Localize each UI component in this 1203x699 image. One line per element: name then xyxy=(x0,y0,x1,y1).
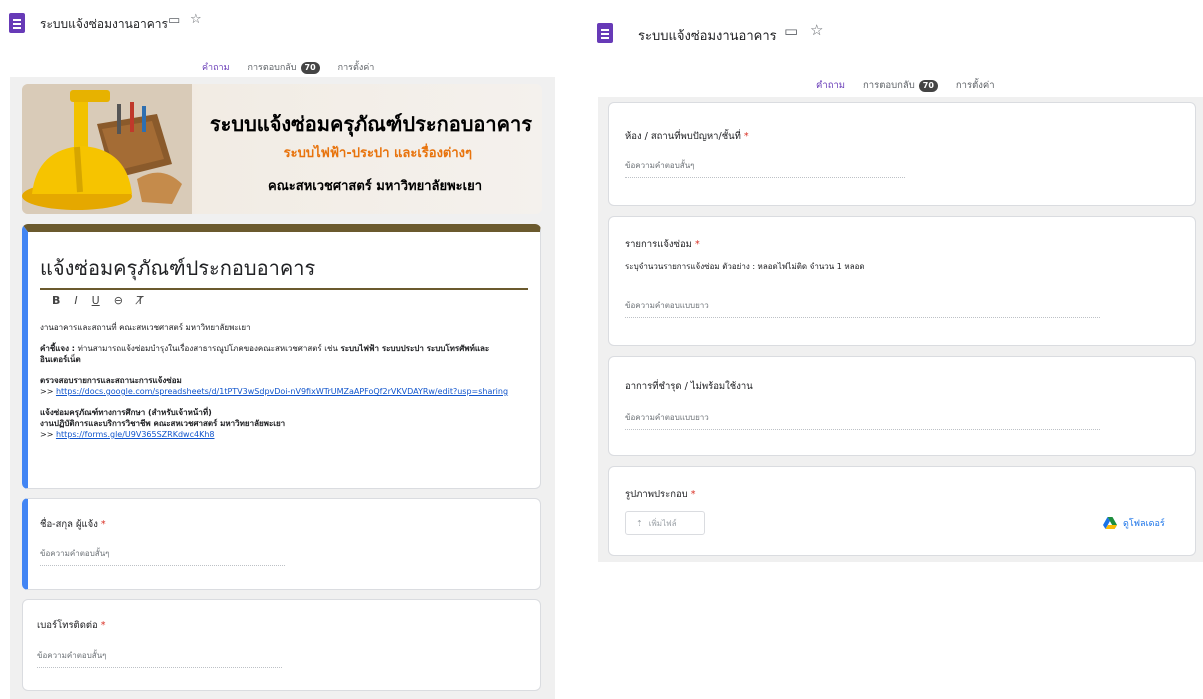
clear-format-icon[interactable]: T̸ xyxy=(137,294,144,307)
question-card-phone[interactable]: เบอร์โทรติดต่อ * ข้อความคำตอบสั้นๆ xyxy=(22,599,541,691)
long-answer-field[interactable]: ข้อความคำตอบแบบยาว xyxy=(625,299,1100,318)
link-icon[interactable]: ⊖ xyxy=(114,294,123,307)
question-help-text: ระบุจำนวนรายการแจ้งซ่อม ตัวอย่าง : หลอดไ… xyxy=(625,262,865,271)
status-sheet-link[interactable]: https://docs.google.com/spreadsheets/d/1… xyxy=(56,387,508,396)
long-answer-field[interactable]: ข้อความคำตอบแบบยาว xyxy=(625,411,1100,430)
top-bar: ระบบแจ้งซ่อมงานอาคาร ▭ ☆ xyxy=(0,0,555,40)
upload-icon: ⇡ xyxy=(636,518,643,528)
short-answer-field[interactable]: ข้อความคำตอบสั้นๆ xyxy=(37,649,282,668)
question-title: รายการแจ้งซ่อม * xyxy=(625,239,700,250)
question-card-name[interactable]: ชื่อ-สกุล ผู้แจ้ง * ข้อความคำตอบสั้นๆ xyxy=(22,498,541,590)
doc-title[interactable]: ระบบแจ้งซ่อมงานอาคาร xyxy=(638,25,777,46)
forms-app-icon[interactable] xyxy=(597,23,613,43)
forms-app-icon[interactable] xyxy=(9,13,25,33)
doc-title[interactable]: ระบบแจ้งซ่อมงานอาคาร xyxy=(40,15,168,34)
form-editor-left: ระบบแจ้งซ่อมงานอาคาร ▭ ☆ คำถาม การตอบกลั… xyxy=(0,0,555,699)
add-file-button[interactable]: ⇡ เพิ่มไฟล์ xyxy=(625,511,705,535)
format-toolbar: B I U ⊖ T̸ xyxy=(52,294,144,307)
question-card-symptom[interactable]: อาการที่ชำรุด / ไม่พร้อมใช้งาน ข้อความคำ… xyxy=(608,356,1196,456)
question-title: ห้อง / สถานที่พบปัญหา/ชั้นที่ * xyxy=(625,131,749,142)
folder-icon[interactable]: ▭ xyxy=(784,24,798,39)
responses-count-badge: 70 xyxy=(918,80,938,92)
short-answer-field[interactable]: ข้อความคำตอบสั้นๆ xyxy=(625,159,905,178)
edu-form-link[interactable]: https://forms.gle/U9V365SZRKdwc4Kh8 xyxy=(56,430,215,439)
google-drive-icon xyxy=(1103,517,1117,529)
desc-line-unit: งานอาคารและสถานที่ คณะสหเวชศาสตร์ มหาวิท… xyxy=(40,323,251,332)
top-bar: ระบบแจ้งซ่อมงานอาคาร ▭ ☆ xyxy=(588,0,1203,44)
banner-subtitle: ระบบไฟฟ้า-ประปา และเรื่องต่างๆ xyxy=(283,146,472,161)
star-icon[interactable]: ☆ xyxy=(810,23,823,38)
question-card-location[interactable]: ห้อง / สถานที่พบปัญหา/ชั้นที่ * ข้อความคำ… xyxy=(608,102,1196,206)
question-title: รูปภาพประกอบ * xyxy=(625,489,696,500)
question-card-repair-items[interactable]: รายการแจ้งซ่อม * ระบุจำนวนรายการแจ้งซ่อม … xyxy=(608,216,1196,346)
question-title: อาการที่ชำรุด / ไม่พร้อมใช้งาน xyxy=(625,381,753,392)
banner-faculty: คณะสหเวชศาสตร์ มหาวิทยาลัยพะเยา xyxy=(268,179,482,194)
desc-note: คำชี้แจง : ท่านสามารถแจ้งซ่อมบำรุงในเรื่… xyxy=(40,344,490,364)
question-card-photo[interactable]: รูปภาพประกอบ * ⇡ เพิ่มไฟล์ ดูโฟลเดอร์ xyxy=(608,466,1196,556)
tab-responses[interactable]: การตอบกลับ 70 xyxy=(861,78,940,99)
desc-check-status: ตรวจสอบรายการและสถานะการแจ้งซ่อม >> https… xyxy=(40,376,509,396)
folder-icon[interactable]: ▭ xyxy=(168,14,180,27)
form-editor-right: ระบบแจ้งซ่อมงานอาคาร ▭ ☆ คำถาม การตอบกลั… xyxy=(588,0,1203,699)
star-icon[interactable]: ☆ xyxy=(190,13,202,26)
header-banner: ระบบแจ้งซ่อมครุภัณฑ์ประกอบอาคาร ระบบไฟฟ้… xyxy=(22,84,542,214)
tab-bar: คำถาม การตอบกลับ 70 การตั้งค่า xyxy=(814,78,997,99)
desc-edu-equipment: แจ้งซ่อมครุภัณฑ์ทางการศึกษา (สำหรับเจ้าห… xyxy=(40,408,286,439)
question-title: ชื่อ-สกุล ผู้แจ้ง * xyxy=(40,519,106,530)
form-header-card[interactable]: แจ้งซ่อมครุภัณฑ์ประกอบอาคาร B I U ⊖ T̸ ง… xyxy=(22,224,541,489)
question-title: เบอร์โทรติดต่อ * xyxy=(37,620,106,631)
underline-button[interactable]: U xyxy=(92,294,100,307)
form-title-input[interactable]: แจ้งซ่อมครุภัณฑ์ประกอบอาคาร xyxy=(40,252,528,290)
tab-questions[interactable]: คำถาม xyxy=(814,78,848,99)
view-folder-link[interactable]: ดูโฟลเดอร์ xyxy=(1103,516,1165,530)
responses-count-badge: 70 xyxy=(300,62,320,74)
banner-title: ระบบแจ้งซ่อมครุภัณฑ์ประกอบอาคาร xyxy=(209,112,532,136)
form-description[interactable]: งานอาคารและสถานที่ คณะสหเวชศาสตร์ มหาวิท… xyxy=(40,322,526,450)
short-answer-field[interactable]: ข้อความคำตอบสั้นๆ xyxy=(40,547,285,566)
bold-button[interactable]: B xyxy=(52,294,60,307)
tools-hardhat-image xyxy=(22,84,192,214)
italic-button[interactable]: I xyxy=(74,294,77,307)
tab-settings[interactable]: การตั้งค่า xyxy=(954,78,997,99)
